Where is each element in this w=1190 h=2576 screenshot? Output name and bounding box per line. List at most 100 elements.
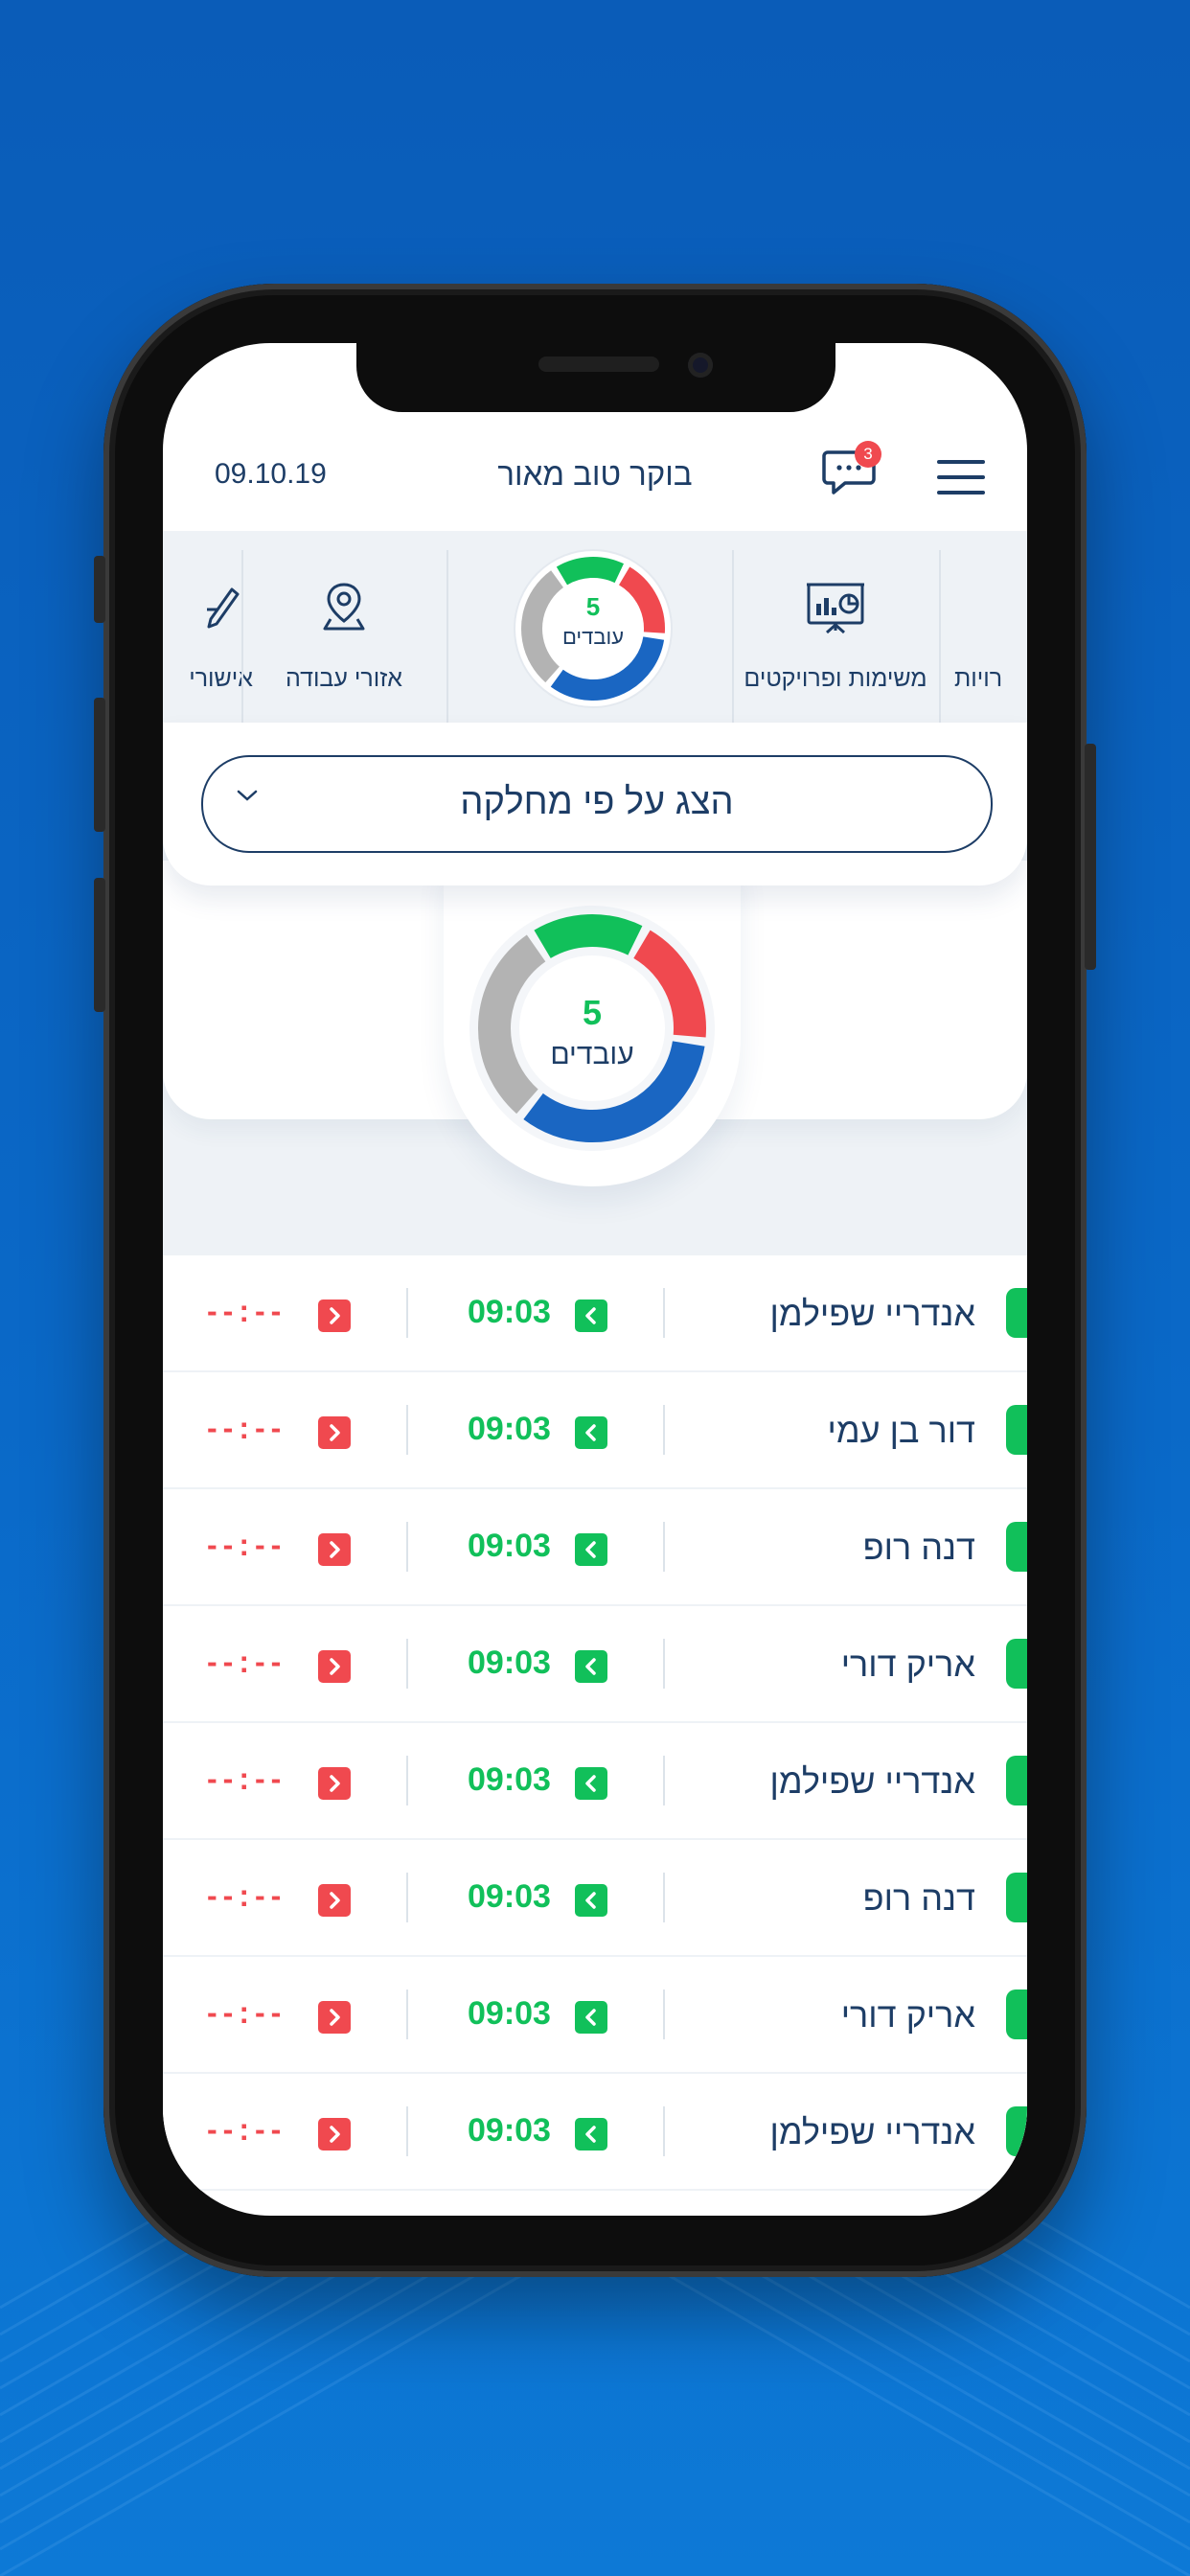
clock-in-arrow-icon <box>575 1767 607 1800</box>
category-partial[interactable]: רויות <box>941 533 1027 724</box>
divider <box>663 1639 665 1689</box>
divider <box>663 1522 665 1572</box>
clock-out-arrow-icon <box>318 1650 351 1683</box>
status-accent <box>1006 1756 1027 1806</box>
divider <box>663 1405 665 1455</box>
employee-name: אריק דורי <box>840 1644 975 1684</box>
clock-in-time: 09:03 <box>468 1528 551 1564</box>
donut-count: 5 <box>582 993 603 1032</box>
hamburger-menu-icon[interactable] <box>937 460 985 498</box>
mini-donut-label: עובדים <box>561 625 625 649</box>
clock-out-arrow-icon <box>318 1884 351 1917</box>
clock-out-time: --:-- <box>207 1411 287 1445</box>
employee-row[interactable]: דור בן עמי 09:03 --:-- <box>163 1372 1027 1489</box>
divider <box>406 1288 408 1338</box>
phone-screen: 09.10.19 בוקר טוב מאור 3 אישורי אזורי עב… <box>163 343 1027 2216</box>
front-camera <box>688 353 713 378</box>
divider <box>406 2106 408 2156</box>
clock-out-time: --:-- <box>207 1761 287 1796</box>
divider <box>663 1873 665 1922</box>
employee-name: אנדריי שפילמן <box>769 2112 975 2151</box>
phone-power-button <box>1085 744 1096 970</box>
clock-in-time: 09:03 <box>468 1294 551 1330</box>
clock-out-arrow-icon <box>318 1300 351 1332</box>
divider <box>663 1756 665 1806</box>
clock-out-arrow-icon <box>318 1767 351 1800</box>
filter-card: הצג על פי מחלקה <box>163 723 1027 886</box>
divider <box>406 1639 408 1689</box>
category-label: אזורי עבודה <box>285 665 403 692</box>
status-accent <box>1006 1990 1027 2039</box>
status-accent <box>1006 1522 1027 1572</box>
category-approvals[interactable]: אישורי <box>163 533 253 724</box>
department-filter-dropdown[interactable]: הצג על פי מחלקה <box>201 755 993 853</box>
divider <box>663 2106 665 2156</box>
clock-in-arrow-icon <box>575 1884 607 1917</box>
category-tasks-projects[interactable]: משימות ופרויקטים <box>734 533 937 724</box>
phone-notch <box>356 343 835 412</box>
clock-in-arrow-icon <box>575 1300 607 1332</box>
clock-in-time: 09:03 <box>468 2112 551 2149</box>
clock-in-arrow-icon <box>575 1533 607 1566</box>
category-strip: אישורי אזורי עבודה 5 עובדים משימות ופרוי… <box>163 533 1027 736</box>
employee-name: דור בן עמי <box>827 1411 975 1450</box>
employee-name: דנה רופ <box>862 1878 975 1918</box>
divider <box>406 1756 408 1806</box>
employee-row[interactable]: אנדריי שפילמן 09:03 --:-- <box>163 1255 1027 1372</box>
category-label: אישורי <box>189 665 253 692</box>
clock-in-time: 09:03 <box>468 1878 551 1915</box>
pen-icon <box>203 581 241 633</box>
status-accent <box>1006 1288 1027 1338</box>
divider <box>406 1873 408 1922</box>
employee-row[interactable]: אנדריי שפילמן 09:03 --:-- <box>163 1723 1027 1840</box>
divider <box>406 1990 408 2039</box>
phone-volume-down <box>94 878 105 1012</box>
employee-name: אנדריי שפילמן <box>769 1761 975 1801</box>
header-greeting: בוקר טוב מאור <box>497 456 693 492</box>
divider <box>406 1405 408 1455</box>
category-work-areas[interactable]: אזורי עבודה <box>243 533 445 724</box>
donut-label: עובדים <box>550 1039 634 1070</box>
clock-out-arrow-icon <box>318 2118 351 2150</box>
clock-out-time: --:-- <box>207 1294 287 1328</box>
employee-name: אנדריי שפילמן <box>769 1294 975 1333</box>
divider <box>406 1522 408 1572</box>
clock-out-arrow-icon <box>318 2001 351 2034</box>
employee-name: דנה רופ <box>862 1528 975 1567</box>
clock-out-time: --:-- <box>207 1528 287 1562</box>
employee-row[interactable]: דנה רופ 09:03 --:-- <box>163 1489 1027 1606</box>
status-accent <box>1006 1639 1027 1689</box>
clock-in-arrow-icon <box>575 1650 607 1683</box>
clock-out-arrow-icon <box>318 1533 351 1566</box>
employees-summary[interactable]: 5 עובדים <box>444 861 741 1186</box>
clock-in-time: 09:03 <box>468 1644 551 1681</box>
status-accent <box>1006 2106 1027 2156</box>
clock-in-arrow-icon <box>575 1416 607 1449</box>
clock-in-time: 09:03 <box>468 1995 551 2032</box>
notification-badge: 3 <box>855 441 881 468</box>
clock-out-time: --:-- <box>207 1878 287 1913</box>
status-accent <box>1006 1405 1027 1455</box>
app-header: 09.10.19 בוקר טוב מאור 3 <box>163 435 1027 525</box>
clock-out-arrow-icon <box>318 1416 351 1449</box>
clock-out-time: --:-- <box>207 2112 287 2147</box>
employee-list: אנדריי שפילמן 09:03 --:-- דור בן עמי 09:… <box>163 1255 1027 2191</box>
divider <box>663 1990 665 2039</box>
clock-in-arrow-icon <box>575 2001 607 2034</box>
clock-in-arrow-icon <box>575 2118 607 2150</box>
employee-row[interactable]: אנדריי שפילמן 09:03 --:-- <box>163 2074 1027 2191</box>
clock-in-time: 09:03 <box>468 1411 551 1447</box>
presentation-board-icon <box>806 581 865 641</box>
phone-mute-switch <box>94 556 105 623</box>
employee-row[interactable]: אריק דורי 09:03 --:-- <box>163 1957 1027 2074</box>
clock-out-time: --:-- <box>207 1644 287 1679</box>
mini-donut-count: 5 <box>585 592 601 621</box>
divider <box>663 1288 665 1338</box>
speaker-grille <box>538 356 659 372</box>
employees-mini-summary[interactable]: 5 עובדים <box>448 533 738 724</box>
location-pin-icon <box>321 581 367 637</box>
category-label: רויות <box>954 665 1003 692</box>
employee-row[interactable]: אריק דורי 09:03 --:-- <box>163 1606 1027 1723</box>
employee-row[interactable]: דנה רופ 09:03 --:-- <box>163 1840 1027 1957</box>
clock-out-time: --:-- <box>207 1995 287 2030</box>
